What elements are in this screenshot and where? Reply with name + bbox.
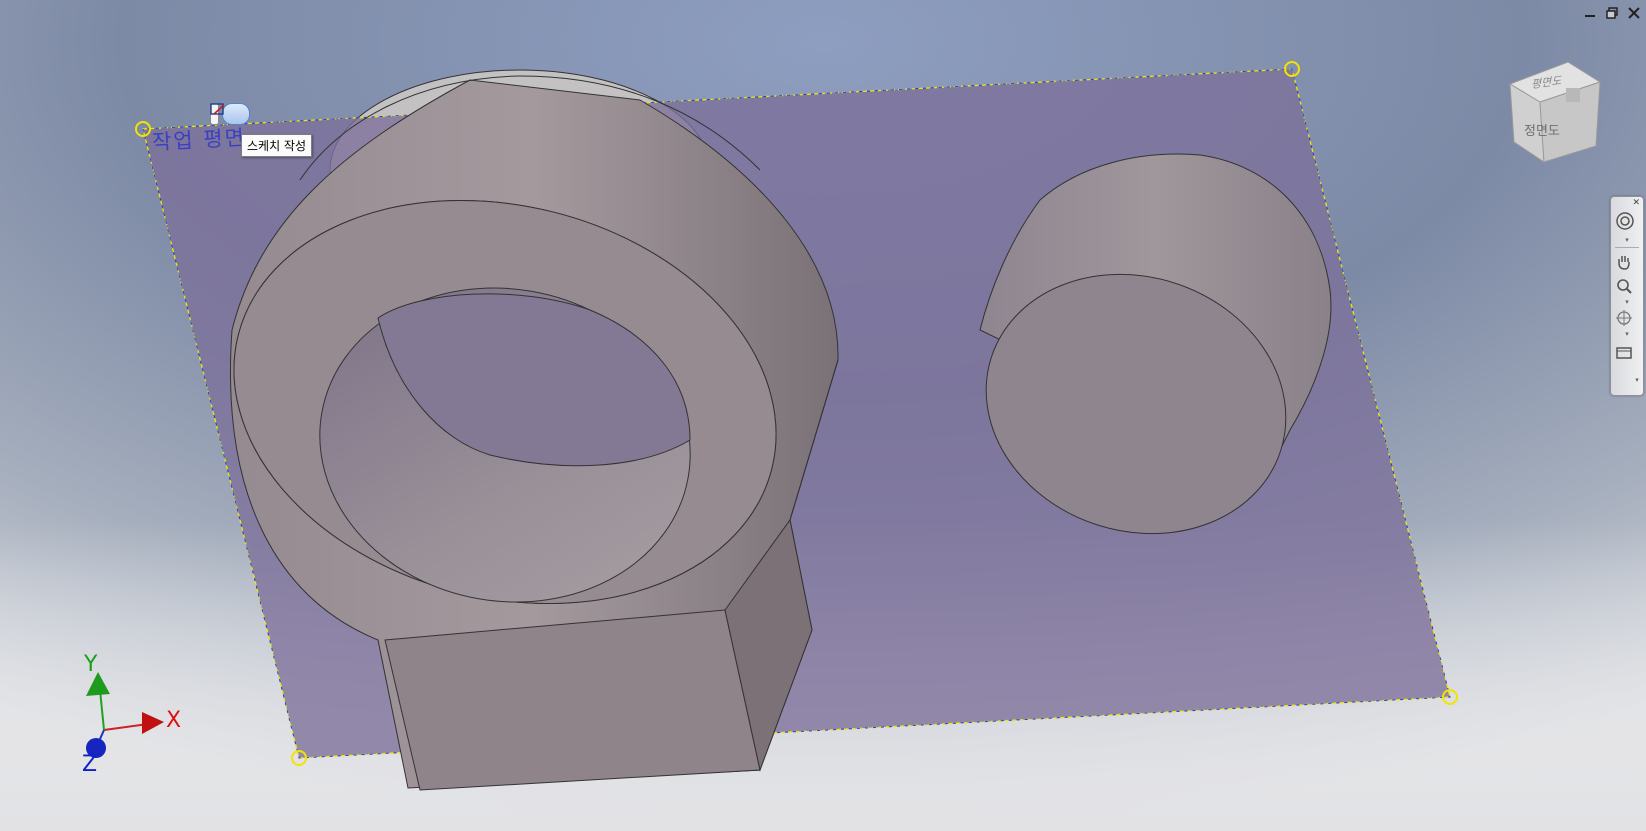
restore-icon	[1606, 7, 1618, 19]
view-cube[interactable]: 평면도 정면도	[1500, 58, 1604, 168]
navbar-close-icon[interactable]: ✕	[1632, 198, 1640, 208]
close-button[interactable]	[1626, 6, 1642, 20]
x-axis-label: X	[166, 708, 182, 733]
pan-button[interactable]	[1615, 253, 1639, 275]
navbar-divider	[1615, 247, 1639, 248]
navbar-dropdown-icon[interactable]: ▾	[1623, 237, 1631, 244]
plane-mini-toolbar	[210, 103, 250, 125]
block-front-face[interactable]	[384, 609, 761, 791]
minimize-icon	[1585, 15, 1595, 17]
view-cube-front-label: 정면도	[1524, 124, 1560, 139]
steering-wheel-button[interactable]	[1615, 211, 1639, 233]
3d-viewport[interactable]: Y X Z 작업 평면 스케치 작성 평면도 정면도 ✕ ▾ ▾ ▾ ▾	[0, 0, 1646, 831]
orbit-icon	[1616, 310, 1632, 326]
navbar-customize-icon[interactable]: ▾	[1633, 377, 1641, 384]
navigation-bar: ✕ ▾ ▾ ▾ ▾	[1610, 196, 1644, 396]
create-sketch-tooltip: 스케치 작성	[241, 134, 313, 157]
zoom-icon	[1617, 279, 1632, 294]
zoom-dropdown-icon[interactable]: ▾	[1623, 299, 1631, 306]
z-axis-label: Z	[82, 752, 98, 777]
create-sketch-button[interactable]	[210, 103, 250, 125]
minimize-button[interactable]	[1582, 6, 1598, 20]
y-axis-label: Y	[84, 652, 98, 677]
look-at-button[interactable]	[1615, 343, 1639, 365]
create-sketch-icon	[210, 103, 225, 115]
look-at-icon	[1616, 347, 1632, 359]
zoom-button[interactable]	[1615, 277, 1639, 299]
steering-wheel-icon	[1616, 212, 1634, 230]
pan-icon	[1618, 256, 1630, 270]
close-icon	[1628, 7, 1640, 19]
orbit-button[interactable]	[1615, 309, 1639, 331]
orbit-dropdown-icon[interactable]: ▾	[1623, 331, 1631, 338]
restore-button[interactable]	[1604, 6, 1620, 20]
view-cube-corner[interactable]	[1566, 88, 1580, 102]
window-controls	[1582, 6, 1642, 20]
work-plane-label: 작업 평면	[151, 125, 247, 155]
